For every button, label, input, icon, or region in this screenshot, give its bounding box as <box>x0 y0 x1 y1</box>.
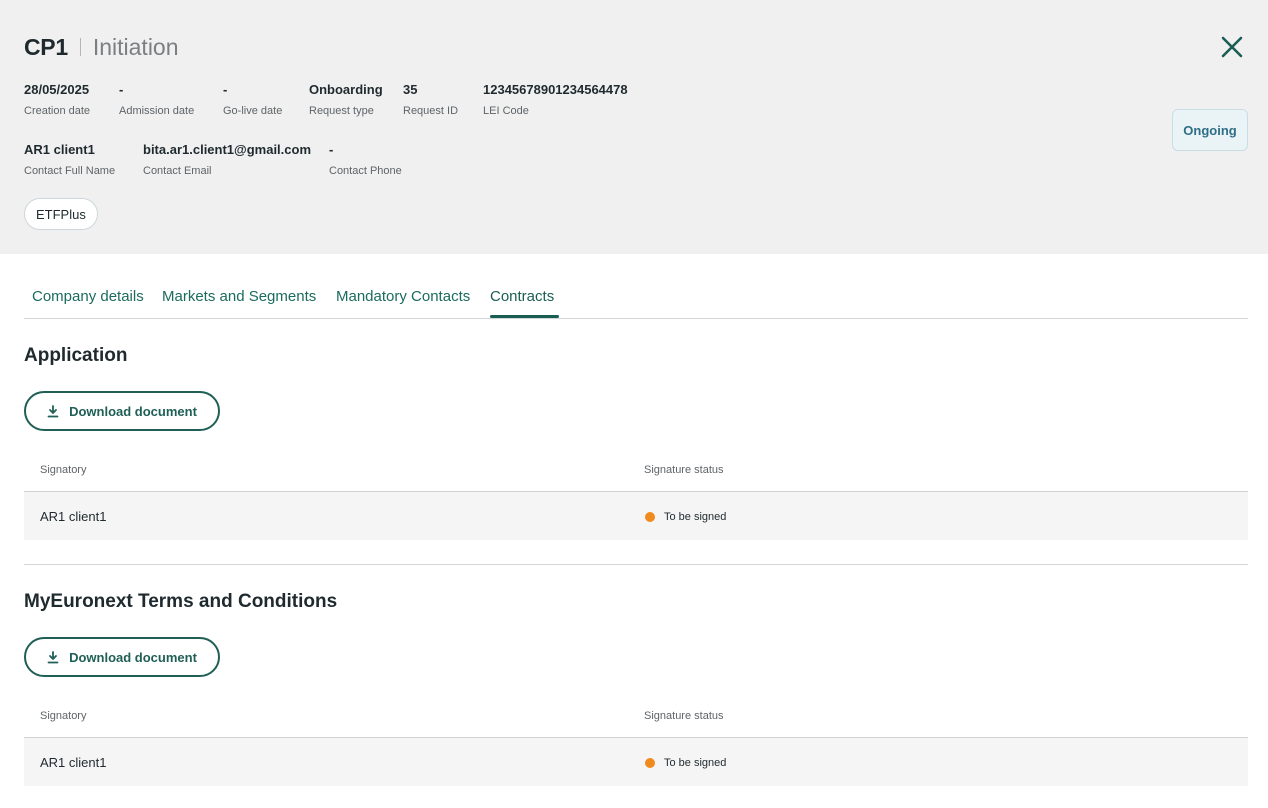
contact-name-label: Contact Full Name <box>24 165 116 177</box>
pending-status-dot-icon <box>645 758 655 768</box>
creation-date-value: 28/05/2025 <box>24 82 90 97</box>
page-title: CP1 Initiation <box>24 32 179 62</box>
tab-markets-and-segments[interactable]: Markets and Segments <box>162 288 316 305</box>
status-badge: Ongoing <box>1172 109 1248 151</box>
column-signature-status: Signature status <box>644 464 724 476</box>
pending-status-dot-icon <box>645 512 655 522</box>
signatory-table-terms: Signatory Signature status AR1 client1 T… <box>24 702 1248 786</box>
download-application-button[interactable]: Download document <box>24 391 220 431</box>
request-type-label: Request type <box>309 105 374 117</box>
contact-email-field: bita.ar1.client1@gmail.com Contact Email <box>143 142 311 178</box>
contact-name-value: AR1 client1 <box>24 142 95 157</box>
signatory-name: AR1 client1 <box>40 509 107 524</box>
contact-email-value: bita.ar1.client1@gmail.com <box>143 142 312 157</box>
request-type-value: Onboarding <box>309 82 383 97</box>
download-terms-button[interactable]: Download document <box>24 637 220 677</box>
contact-email-label: Contact Email <box>143 165 212 177</box>
column-signature-status: Signature status <box>644 710 724 722</box>
contact-phone-value: - <box>329 142 334 157</box>
admission-date-field: - Admission date <box>119 82 194 118</box>
close-button[interactable] <box>1219 34 1245 60</box>
lei-code-value: 12345678901234564478 <box>483 82 628 97</box>
close-icon <box>1221 36 1243 58</box>
creation-date-label: Creation date <box>24 105 91 117</box>
market-tag: ETFPlus <box>24 198 98 230</box>
table-header: Signatory Signature status <box>24 702 1248 738</box>
table-row: AR1 client1 To be signed <box>24 738 1248 786</box>
signature-status-text: To be signed <box>664 757 727 769</box>
signature-status-text: To be signed <box>664 511 727 523</box>
active-tab-indicator <box>490 315 559 318</box>
request-header: CP1 Initiation 28/05/2025 Creation date … <box>0 0 1268 254</box>
request-code: CP1 <box>24 33 68 60</box>
request-type-field: Onboarding Request type <box>309 82 383 118</box>
table-header: Signatory Signature status <box>24 456 1248 492</box>
column-signatory: Signatory <box>40 464 87 476</box>
download-icon <box>47 404 59 417</box>
tab-bar: Company details Markets and Segments Man… <box>24 276 1248 319</box>
download-button-label: Download document <box>69 403 197 419</box>
download-button-label: Download document <box>69 649 197 665</box>
lei-code-label: LEI Code <box>483 105 529 117</box>
go-live-date-value: - <box>223 82 228 97</box>
signatory-table-application: Signatory Signature status AR1 client1 T… <box>24 456 1248 540</box>
request-stage: Initiation <box>92 33 179 60</box>
contact-phone-label: Contact Phone <box>329 165 402 177</box>
table-row: AR1 client1 To be signed <box>24 492 1248 540</box>
contact-name-field: AR1 client1 Contact Full Name <box>24 142 115 178</box>
section-title-terms: MyEuronext Terms and Conditions <box>24 591 338 612</box>
download-icon <box>47 650 59 663</box>
request-id-value: 35 <box>403 82 418 97</box>
go-live-date-label: Go-live date <box>223 105 283 117</box>
contact-phone-field: - Contact Phone <box>329 142 402 178</box>
admission-date-label: Admission date <box>119 105 195 117</box>
admission-date-value: - <box>119 82 124 97</box>
section-title-application: Application <box>24 345 128 366</box>
request-id-label: Request ID <box>403 105 459 117</box>
tab-company-details[interactable]: Company details <box>32 288 144 305</box>
creation-date-field: 28/05/2025 Creation date <box>24 82 90 118</box>
go-live-date-field: - Go-live date <box>223 82 282 118</box>
request-id-field: 35 Request ID <box>403 82 458 118</box>
lei-code-field: 12345678901234564478 LEI Code <box>483 82 628 118</box>
signatory-name: AR1 client1 <box>40 755 107 770</box>
column-signatory: Signatory <box>40 710 87 722</box>
tab-mandatory-contacts[interactable]: Mandatory Contacts <box>336 288 470 305</box>
title-separator <box>79 38 81 56</box>
section-divider <box>24 564 1248 565</box>
tab-contracts[interactable]: Contracts <box>490 288 554 305</box>
